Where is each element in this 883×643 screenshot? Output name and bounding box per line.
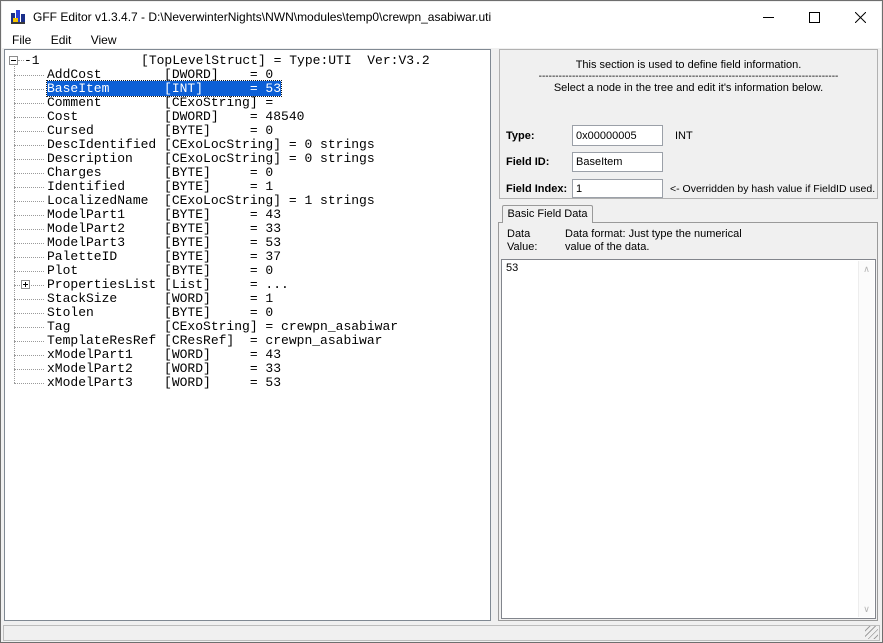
selected-tree-node-text: BaseItem [INT] = 53 (47, 81, 281, 96)
type-name-text: INT (675, 130, 693, 142)
tree-node-charges[interactable]: Charges [BYTE] = 0 (47, 166, 273, 180)
app-window: GFF Editor v1.3.4.7 - D:\NeverwinterNigh… (0, 0, 883, 643)
tree-node-tag[interactable]: Tag [CExoString] = crewpn_asabiwar (47, 320, 398, 334)
info-line-2: Select a node in the tree and edit it's … (500, 82, 877, 94)
data-value-textarea[interactable]: 53 ∧ ∨ (501, 259, 876, 619)
tree-node-baseitem[interactable]: BaseItem [INT] = 53 (47, 82, 281, 96)
close-button[interactable] (837, 2, 883, 32)
gff-tree-panel: -1 [TopLevelStruct] = Type:UTI Ver:V3.2A… (4, 49, 491, 621)
field-id-input[interactable] (572, 152, 663, 172)
status-bar (3, 625, 880, 641)
tree-node-description[interactable]: Description [CExoLocString] = 0 strings (47, 152, 375, 166)
scroll-up-icon[interactable]: ∧ (859, 264, 874, 274)
type-label: Type: (506, 130, 535, 142)
tree-node-xmodelpart1[interactable]: xModelPart1 [WORD] = 43 (47, 348, 281, 362)
tree-node-localizedname[interactable]: LocalizedName [CExoLocString] = 1 string… (47, 194, 375, 208)
field-index-hint: <- Overridden by hash value if FieldID u… (670, 183, 875, 195)
tree-node-paletteid[interactable]: PaletteID [BYTE] = 37 (47, 250, 281, 264)
tree-node-cursed[interactable]: Cursed [BYTE] = 0 (47, 124, 273, 138)
menu-view[interactable]: View (83, 32, 125, 48)
tree-node-modelpart3[interactable]: ModelPart3 [BYTE] = 53 (47, 236, 281, 250)
tree-node-modelpart1[interactable]: ModelPart1 [BYTE] = 43 (47, 208, 281, 222)
info-line-1: This section is used to define field inf… (500, 59, 877, 71)
tree-node-cost[interactable]: Cost [DWORD] = 48540 (47, 110, 304, 124)
field-info-groupbox: This section is used to define field inf… (499, 49, 878, 199)
app-icon (10, 9, 26, 25)
tree-node-propertieslist[interactable]: PropertiesList [List] = ... (47, 278, 289, 292)
field-index-input[interactable] (572, 179, 663, 198)
collapse-icon[interactable] (9, 56, 18, 65)
tree-node-identified[interactable]: Identified [BYTE] = 1 (47, 180, 273, 194)
minimize-button[interactable] (745, 2, 791, 32)
menu-bar: File Edit View (2, 32, 881, 48)
tree-node-descidentified[interactable]: DescIdentified [CExoLocString] = 0 strin… (47, 138, 375, 152)
tree-node-xmodelpart3[interactable]: xModelPart3 [WORD] = 53 (47, 376, 281, 390)
vertical-scrollbar[interactable]: ∧ ∨ (858, 261, 874, 617)
field-index-label: Field Index: (506, 183, 567, 195)
tree-node-plot[interactable]: Plot [BYTE] = 0 (47, 264, 273, 278)
maximize-button[interactable] (791, 2, 837, 32)
tree-connector-line (14, 66, 15, 383)
data-value-text: 53 (506, 262, 518, 274)
menu-edit[interactable]: Edit (43, 32, 80, 48)
tree-node-addcost[interactable]: AddCost [DWORD] = 0 (47, 68, 273, 82)
tab-basic-field-data[interactable]: Basic Field Data (502, 205, 593, 223)
tree-node-stolen[interactable]: Stolen [BYTE] = 0 (47, 306, 273, 320)
data-value-label: Data Value: (507, 228, 537, 254)
tree-node-comment[interactable]: Comment [CExoString] = (47, 96, 281, 110)
dashed-separator: ----------------------------------------… (539, 72, 839, 82)
tree-node-neg1[interactable]: -1 [TopLevelStruct] = Type:UTI Ver:V3.2 (24, 54, 430, 68)
resize-grip[interactable] (865, 626, 878, 639)
title-bar: GFF Editor v1.3.4.7 - D:\NeverwinterNigh… (2, 2, 881, 32)
tree-node-templateresref[interactable]: TemplateResRef [CResRef] = crewpn_asabiw… (47, 334, 382, 348)
scroll-down-icon[interactable]: ∨ (859, 604, 874, 614)
type-input[interactable] (572, 125, 663, 146)
tree-node-stacksize[interactable]: StackSize [WORD] = 1 (47, 292, 273, 306)
menu-file[interactable]: File (4, 32, 39, 48)
tree-node-xmodelpart2[interactable]: xModelPart2 [WORD] = 33 (47, 362, 281, 376)
expand-icon[interactable] (21, 280, 30, 289)
data-format-hint: Data format: Just type the numerical val… (565, 228, 742, 254)
basic-field-data-page: Data Value: Data format: Just type the n… (498, 222, 878, 621)
window-title: GFF Editor v1.3.4.7 - D:\NeverwinterNigh… (33, 10, 491, 24)
tree-node-modelpart2[interactable]: ModelPart2 [BYTE] = 33 (47, 222, 281, 236)
field-id-label: Field ID: (506, 156, 549, 168)
